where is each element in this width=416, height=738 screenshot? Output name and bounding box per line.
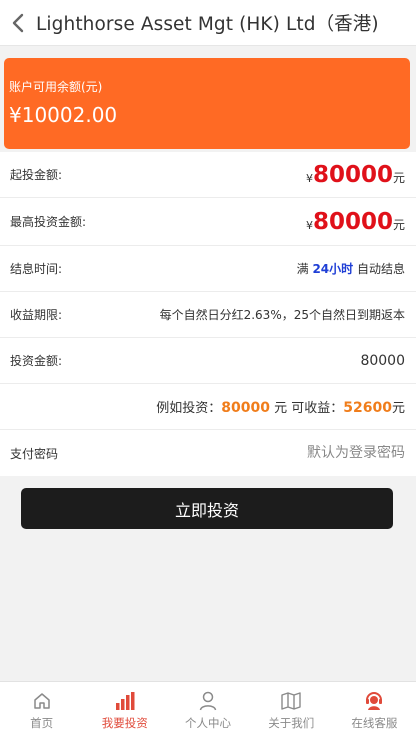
tab-label: 在线客服 bbox=[351, 716, 398, 730]
top-bar: Lighthorse Asset Mgt (HK) Ltd（香港) bbox=[0, 0, 416, 46]
example-invest-value: 80000 bbox=[221, 400, 270, 416]
example-mid: 元 可收益： bbox=[274, 401, 344, 416]
payment-password-input[interactable] bbox=[205, 445, 405, 461]
term-row: 收益期限: 每个自然日分红2.63%，25个自然日到期返本 bbox=[0, 292, 416, 338]
bar-chart-icon bbox=[115, 690, 135, 712]
amount-label: 投资金额: bbox=[10, 354, 63, 368]
tab-label: 我要投资 bbox=[101, 716, 148, 730]
chevron-left-icon bbox=[12, 13, 24, 32]
invest-amount-input[interactable] bbox=[255, 352, 405, 369]
page-title: Lighthorse Asset Mgt (HK) Ltd（香港) bbox=[36, 13, 379, 35]
tab-home[interactable]: 首页 bbox=[0, 682, 83, 738]
example-row: 例如投资： 80000 元 可收益： 52600 元 bbox=[0, 384, 416, 430]
term-label: 收益期限: bbox=[10, 308, 63, 322]
min-invest-value: 80000 bbox=[312, 161, 393, 188]
user-icon bbox=[199, 690, 217, 712]
example-profit-value: 52600 bbox=[343, 400, 392, 416]
balance-amount: ¥10002.00 bbox=[9, 103, 118, 127]
balance-card: 账户可用余额(元) ¥10002.00 bbox=[4, 58, 410, 149]
tab-about[interactable]: 关于我们 bbox=[250, 682, 333, 738]
settle-time-row: 结息时间: 满 24小时 自动结息 bbox=[0, 246, 416, 292]
tab-invest[interactable]: 我要投资 bbox=[83, 682, 166, 738]
support-agent-icon bbox=[364, 690, 384, 712]
min-invest-row: 起投金额: ¥ 80000 元 bbox=[0, 152, 416, 198]
settle-time-label: 结息时间: bbox=[10, 262, 63, 276]
max-invest-label: 最高投资金额: bbox=[10, 215, 87, 229]
home-icon bbox=[33, 690, 51, 712]
min-invest-label: 起投金额: bbox=[10, 168, 63, 182]
password-row: 支付密码 bbox=[0, 430, 416, 476]
example-prefix: 例如投资： bbox=[156, 401, 222, 416]
settle-prefix: 满 bbox=[296, 262, 309, 276]
bottom-tab-bar: 首页 我要投资 个人中心 关于我们 在线客服 bbox=[0, 681, 416, 738]
settle-time-value: 24小时 bbox=[312, 262, 354, 276]
tab-label: 关于我们 bbox=[268, 716, 315, 730]
map-icon bbox=[281, 690, 301, 712]
max-invest-row: 最高投资金额: ¥ 80000 元 bbox=[0, 198, 416, 246]
password-label: 支付密码 bbox=[10, 446, 59, 461]
unit-label: 元 bbox=[392, 170, 405, 185]
unit-label: 元 bbox=[391, 401, 405, 416]
balance-label: 账户可用余额(元) bbox=[9, 80, 103, 94]
invest-now-button[interactable]: 立即投资 bbox=[21, 488, 393, 529]
tab-label: 首页 bbox=[30, 716, 54, 730]
amount-row: 投资金额: bbox=[0, 338, 416, 384]
currency-symbol: ¥ bbox=[305, 218, 313, 232]
back-button[interactable] bbox=[0, 0, 36, 46]
tab-profile[interactable]: 个人中心 bbox=[166, 682, 249, 738]
unit-label: 元 bbox=[392, 217, 405, 232]
tab-label: 个人中心 bbox=[185, 716, 231, 730]
investment-form: 起投金额: ¥ 80000 元 最高投资金额: ¥ 80000 元 结息时间: … bbox=[0, 152, 416, 476]
max-invest-value: 80000 bbox=[312, 208, 393, 235]
term-value: 每个自然日分红2.63%，25个自然日到期返本 bbox=[159, 308, 405, 322]
currency-symbol: ¥ bbox=[305, 171, 313, 185]
settle-suffix: 自动结息 bbox=[356, 262, 405, 276]
tab-support[interactable]: 在线客服 bbox=[333, 682, 416, 738]
